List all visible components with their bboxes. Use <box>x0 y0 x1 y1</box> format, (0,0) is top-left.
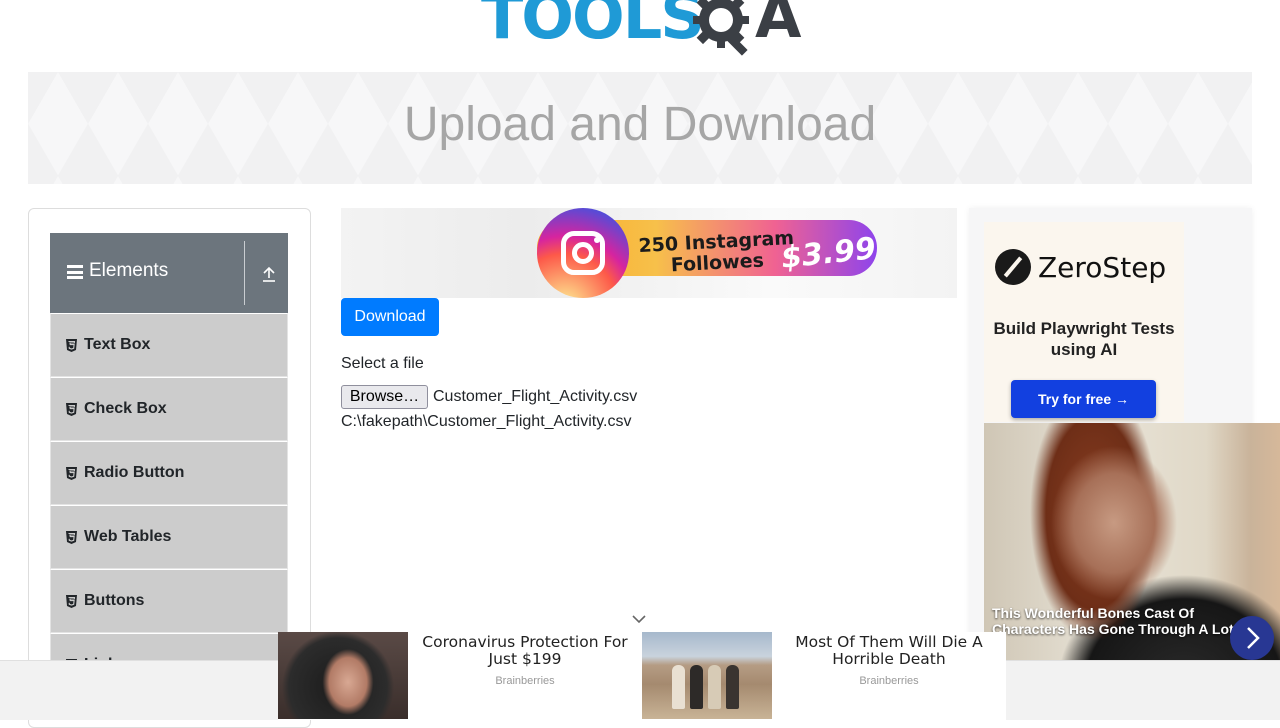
instagram-icon <box>537 208 629 298</box>
native-ad-1[interactable]: Coronavirus Protection For Just $199 Bra… <box>278 632 642 720</box>
html5-icon <box>66 594 77 608</box>
try-for-free-button[interactable]: Try for free → <box>1011 380 1156 418</box>
sidebar-item-web-tables[interactable]: Web Tables <box>50 505 288 569</box>
sidebar-item-label: Buttons <box>84 592 145 609</box>
left-panel: Elements Text Box Check Box Radio Button… <box>28 208 311 728</box>
zerostep-tagline: Build Playwright Tests using AI <box>993 319 1175 359</box>
html5-icon <box>66 338 77 352</box>
zerostep-brand: ZeroStep <box>1038 251 1167 284</box>
instagram-ad[interactable]: 250 Instagram Followes $3.99 <box>341 208 957 298</box>
ad-source: Brainberries <box>495 675 555 687</box>
elements-menu: Text Box Check Box Radio Button Web Tabl… <box>50 313 288 697</box>
page-banner: Upload and Download <box>28 72 1252 184</box>
selected-file-name: Customer_Flight_Activity.csv <box>433 388 638 405</box>
collapse-arrow-icon[interactable] <box>260 265 278 283</box>
browse-button[interactable]: Browse… <box>341 385 428 409</box>
ad-headline: Most Of Them Will Die A Horrible Death <box>795 633 983 668</box>
chevron-right-icon <box>1247 627 1260 649</box>
header: TOOLS A <box>0 0 1280 72</box>
hamburger-icon <box>67 265 83 279</box>
elements-group-header[interactable]: Elements <box>50 233 288 313</box>
download-button[interactable]: Download <box>341 298 439 336</box>
sidebar-item-label: Check Box <box>84 400 167 417</box>
logo-text: TOOLS <box>481 0 705 53</box>
native-ad-2[interactable]: Most Of Them Will Die A Horrible Death B… <box>642 632 1006 720</box>
html5-icon <box>66 402 77 416</box>
group-title: Elements <box>89 260 169 281</box>
header-divider <box>244 241 245 305</box>
ad-thumbnail <box>278 632 408 719</box>
page-title: Upload and Download <box>403 98 877 151</box>
video-caption: This Wonderful Bones Cast Of Characters … <box>992 605 1234 637</box>
html5-icon <box>66 530 77 544</box>
sidebar-item-radio-button[interactable]: Radio Button <box>50 441 288 505</box>
select-file-label: Select a file <box>341 355 424 372</box>
video-ad[interactable]: This Wonderful Bones Cast Of Characters … <box>984 423 1280 660</box>
sidebar-item-label: Web Tables <box>84 528 172 545</box>
uploaded-file-path: C:\fakepath\Customer_Flight_Activity.csv <box>341 413 632 430</box>
ad-thumbnail <box>642 632 772 719</box>
chevron-down-icon[interactable] <box>631 612 647 626</box>
zerostep-ad[interactable]: ZeroStep Build Playwright Tests using AI… <box>984 222 1184 422</box>
next-button[interactable] <box>1230 616 1274 660</box>
toolsqa-logo[interactable]: TOOLS A <box>481 0 805 62</box>
sidebar-item-buttons[interactable]: Buttons <box>50 569 288 633</box>
sidebar-item-text-box[interactable]: Text Box <box>50 313 288 377</box>
logo-letter: A <box>755 0 802 52</box>
ad-headline: Coronavirus Protection For Just $199 <box>422 633 628 668</box>
sidebar-item-check-box[interactable]: Check Box <box>50 377 288 441</box>
ad-source: Brainberries <box>859 675 919 687</box>
sidebar-item-label: Text Box <box>84 336 151 353</box>
html5-icon <box>66 466 77 480</box>
zerostep-logo-icon <box>995 249 1031 285</box>
ad-text: 250 Instagram Followes <box>638 227 796 278</box>
sidebar-item-label: Radio Button <box>84 464 185 481</box>
gear-icon <box>693 0 749 56</box>
